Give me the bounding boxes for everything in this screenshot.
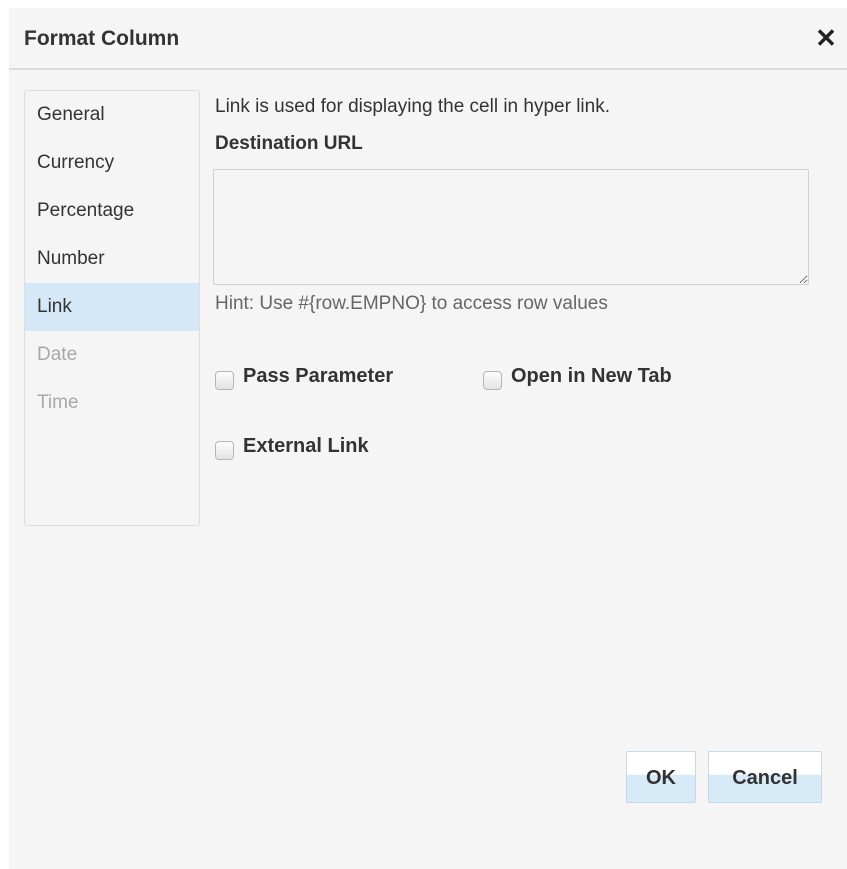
nav-item-date: Date — [37, 344, 78, 365]
external-link-label: External Link — [243, 435, 369, 457]
external-link-option[interactable]: External Link — [215, 434, 369, 460]
open-new-tab-checkbox[interactable] — [483, 371, 502, 390]
nav-item-link[interactable]: Link — [25, 283, 199, 331]
hint-text: Hint: Use #{row.EMPNO} to access row val… — [215, 293, 608, 314]
cancel-button[interactable]: Cancel — [708, 751, 822, 803]
ok-button[interactable]: OK — [626, 751, 696, 803]
close-icon[interactable]: ✕ — [811, 21, 841, 55]
link-description: Link is used for displaying the cell in … — [215, 96, 610, 117]
nav-item-currency[interactable]: Currency — [25, 139, 199, 187]
destination-url-label: Destination URL — [215, 133, 363, 154]
dialog-titlebar: Format Column ✕ — [9, 8, 847, 70]
open-new-tab-label: Open in New Tab — [511, 365, 672, 387]
nav-item-percentage[interactable]: Percentage — [25, 187, 199, 235]
destination-url-input[interactable] — [213, 169, 809, 285]
nav-item-time: Time — [37, 392, 79, 413]
format-type-list: General Currency Percentage Number Link … — [24, 90, 200, 526]
nav-item-general[interactable]: General — [25, 91, 199, 139]
external-link-checkbox[interactable] — [215, 441, 234, 460]
dialog-title: Format Column — [24, 27, 180, 50]
format-column-dialog: Format Column ✕ General Currency Percent… — [9, 8, 847, 869]
pass-parameter-label: Pass Parameter — [243, 365, 394, 387]
open-new-tab-option[interactable]: Open in New Tab — [483, 364, 672, 390]
pass-parameter-option[interactable]: Pass Parameter — [215, 364, 393, 390]
pass-parameter-checkbox[interactable] — [215, 371, 234, 390]
nav-item-number[interactable]: Number — [25, 235, 199, 283]
